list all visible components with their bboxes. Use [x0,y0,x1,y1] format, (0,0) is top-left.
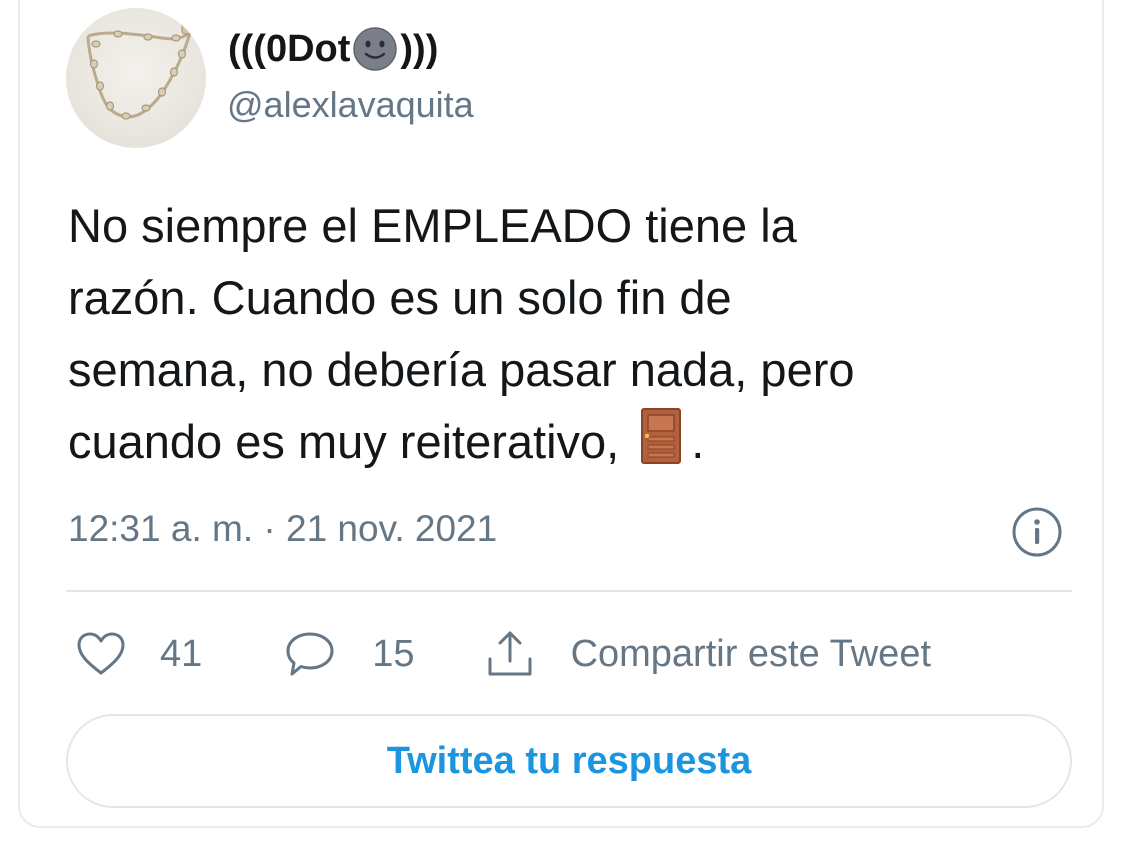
reply-button-label: Twittea tu respuesta [386,739,752,782]
tweet-text-line-last: cuando es muy reiterativo, . [68,406,1068,478]
reply-count-button[interactable]: 15 [284,630,484,678]
user-handle[interactable]: @alexlavaquita [227,84,474,126]
divider [66,590,1072,592]
display-name-suffix: ))) [400,27,439,70]
tweet-text: No siempre el EMPLEADO tiene la razón. C… [68,190,1068,478]
tweet-text-line: semana, no debería pasar nada, pero [68,343,855,396]
door-icon [641,408,682,464]
slightly-smiling-face-icon [353,27,398,71]
tweet-text-line: No siempre el EMPLEADO tiene la [68,199,797,252]
avatar[interactable] [66,8,206,148]
like-count: 41 [160,632,203,675]
reply-bubble-icon [286,632,334,676]
reply-button[interactable]: Twittea tu respuesta [66,714,1072,808]
display-name-prefix: (((0Dot [228,27,351,70]
necklace-icon [86,23,197,120]
tweet-timestamp[interactable]: 12:31 a. m. · 21 nov. 2021 [68,508,497,550]
tweet-text-line: cuando es muy reiterativo, [68,415,620,468]
tweet-text-end: . [691,415,705,468]
display-name[interactable]: (((0Dot ))) [228,26,438,72]
info-icon[interactable] [1010,505,1064,559]
share-label: Compartir este Tweet [570,632,932,675]
share-button[interactable]: Compartir este Tweet [485,629,931,679]
tweet-text-line: razón. Cuando es un solo fin de [68,271,732,324]
action-bar: 41 15 Compartir este Tweet [76,624,931,684]
heart-icon [77,632,125,675]
reply-count: 15 [372,632,415,675]
like-button[interactable]: 41 [76,631,284,677]
share-icon [488,631,532,676]
